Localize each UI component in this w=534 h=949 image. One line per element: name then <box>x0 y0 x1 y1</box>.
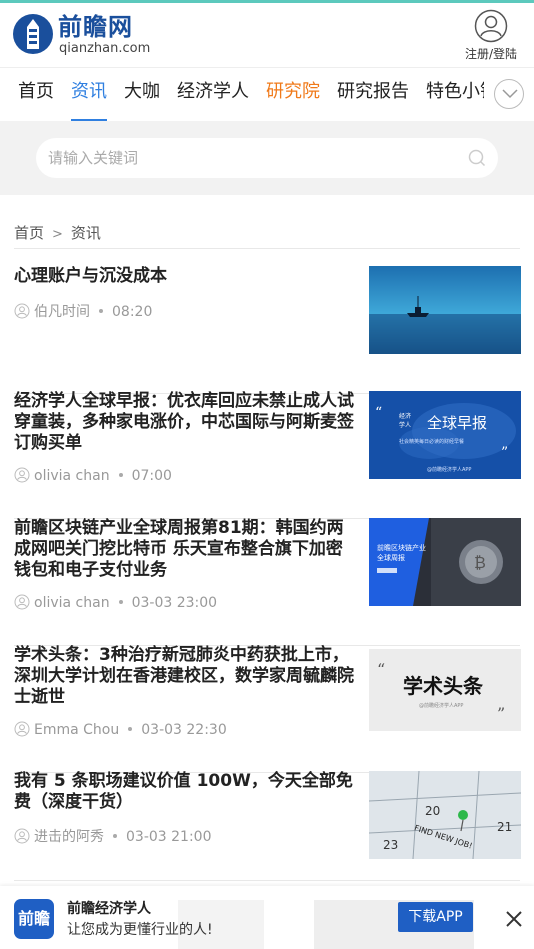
svg-text:“: “ <box>377 660 385 679</box>
site-header: 前瞻网 qianzhan.com 注册/登陆 <box>0 3 534 67</box>
thumb-text-big: 全球早报 <box>427 414 487 432</box>
article-thumbnail[interactable]: 20 21 23 FIND NEW JOB! <box>369 771 521 859</box>
svg-text:“: “ <box>375 405 382 421</box>
svg-text:₿: ₿ <box>474 553 486 572</box>
author-icon <box>14 594 30 610</box>
nav-item-reports[interactable]: 研究报告 <box>337 68 409 121</box>
blockchain-weekly-image: ₿ 前瞻区块链产业 全球周报 <box>369 518 521 606</box>
meta-dot <box>99 309 103 313</box>
meta-dot <box>118 473 123 477</box>
article-item[interactable]: 学术头条：3种治疗新冠肺炎中药获批上市，深圳大学计划在香港建校区，数学家周毓麟院… <box>14 645 521 773</box>
category-nav: 首页 资讯 大咖 经济学人 研究院 研究报告 特色小镇 <box>0 67 534 121</box>
nav-item-economist[interactable]: 经济学人 <box>177 68 249 121</box>
author-icon <box>14 721 30 737</box>
article-time: 07:00 <box>131 468 172 484</box>
login-register-label: 注册/登陆 <box>464 47 518 61</box>
meta-dot <box>128 727 133 731</box>
meta-dot <box>113 834 117 838</box>
nav-item-institute[interactable]: 研究院 <box>266 68 320 121</box>
search-input[interactable] <box>48 138 448 178</box>
author-icon <box>14 303 30 319</box>
logo-text-en: qianzhan.com <box>59 41 151 56</box>
article-item[interactable]: 经济学人全球早报：优衣库回应未禁止成人试穿童装，多种家电涨价，中芯国际与阿斯麦签… <box>14 391 521 519</box>
article-author: 伯凡时间 <box>34 304 90 320</box>
banner-subtitle: 让您成为更懂行业的人! <box>67 922 213 938</box>
nav-item-home[interactable]: 首页 <box>18 68 54 121</box>
article-thumbnail[interactable] <box>369 266 521 354</box>
nav-item-news[interactable]: 资讯 <box>71 68 107 121</box>
download-app-button[interactable]: 下载APP <box>398 902 473 932</box>
login-register-button[interactable]: 注册/登陆 <box>460 9 522 61</box>
article-title[interactable]: 经济学人全球早报：优衣库回应未禁止成人试穿童装，多种家电涨价，中芯国际与阿斯麦签… <box>14 391 358 454</box>
global-morning-report-image: “ 经济 学人 全球早报 社会精英每日必读的财经早餐 ” @前瞻经济学人APP <box>369 391 521 479</box>
article-item[interactable]: 我有 5 条职场建议价值 100W，今天全部免费（深度干货） 进击的阿秀 03-0… <box>14 771 521 881</box>
site-logo[interactable]: 前瞻网 qianzhan.com <box>12 13 152 59</box>
thumb-text-d2: 21 <box>497 820 512 834</box>
article-title[interactable]: 前瞻区块链产业全球周报第81期：韩国约两成网吧关门挖比特币 乐天宣布整合旗下加密… <box>14 518 358 581</box>
user-avatar-icon <box>474 9 508 43</box>
article-time: 08:20 <box>112 304 153 320</box>
thumb-text-sub: 社会精英每日必读的财经早餐 <box>399 438 464 445</box>
article-time: 03-03 21:00 <box>126 829 212 845</box>
search-section <box>0 121 534 195</box>
article-meta: 进击的阿秀 03-03 21:00 <box>14 826 211 846</box>
thumb-text-line2: 全球周报 <box>377 553 405 562</box>
article-item[interactable]: 心理账户与沉没成本 伯凡时间 08:20 <box>14 266 521 394</box>
thumb-text-d3: 23 <box>383 838 398 852</box>
chevron-down-icon <box>502 89 518 99</box>
breadcrumb-current: 资讯 <box>70 224 101 242</box>
article-thumbnail[interactable]: ₿ 前瞻区块链产业 全球周报 <box>369 518 521 606</box>
breadcrumb: 首页 > 资讯 <box>14 222 101 243</box>
logo-mark-icon <box>13 14 53 54</box>
article-time: 03-03 23:00 <box>131 595 218 611</box>
search-box <box>36 138 498 178</box>
article-meta: 伯凡时间 08:20 <box>14 301 152 321</box>
article-item[interactable]: 前瞻区块链产业全球周报第81期：韩国约两成网吧关门挖比特币 乐天宣布整合旗下加密… <box>14 518 521 646</box>
article-author: olivia chan <box>34 468 110 484</box>
article-meta: olivia chan 07:00 <box>14 467 172 484</box>
article-author: olivia chan <box>34 595 110 611</box>
calendar-pin-image: 20 21 23 FIND NEW JOB! <box>369 771 521 859</box>
article-time: 03-03 22:30 <box>141 722 227 738</box>
article-title[interactable]: 我有 5 条职场建议价值 100W，今天全部免费（深度干货） <box>14 771 358 813</box>
article-title[interactable]: 心理账户与沉没成本 <box>14 266 358 287</box>
app-logo-icon: 前瞻 <box>14 899 54 939</box>
nav-expand-button[interactable] <box>494 79 524 109</box>
thumb-text-d1: 20 <box>425 804 440 818</box>
article-author: Emma Chou <box>34 722 120 738</box>
meta-dot <box>118 600 123 604</box>
article-thumbnail[interactable]: “ 学术头条 @前瞻经济学人APP ” <box>369 649 521 731</box>
breadcrumb-home[interactable]: 首页 <box>14 224 44 242</box>
author-icon <box>14 467 30 483</box>
thumb-text-small1: 经济 <box>399 412 411 420</box>
thumb-text-big: 学术头条 <box>403 674 484 698</box>
breadcrumb-separator: > <box>52 227 63 242</box>
article-author: 进击的阿秀 <box>34 829 104 845</box>
article-meta: Emma Chou 03-03 22:30 <box>14 721 227 738</box>
divider <box>14 248 520 249</box>
thumb-text-small2: 学人 <box>399 421 411 429</box>
article-meta: olivia chan 03-03 23:00 <box>14 594 217 611</box>
logo-text-cn: 前瞻网 <box>58 13 133 41</box>
academic-headlines-image: “ 学术头条 @前瞻经济学人APP ” <box>369 649 521 731</box>
app-download-banner: 前瞻 前瞻经济学人 让您成为更懂行业的人! 下载APP <box>0 886 534 949</box>
author-icon <box>14 828 30 844</box>
search-icon[interactable] <box>468 149 486 167</box>
boat-at-sea-image <box>369 266 521 354</box>
article-title[interactable]: 学术头条：3种治疗新冠肺炎中药获批上市，深圳大学计划在香港建校区，数学家周毓麟院… <box>14 645 358 708</box>
nav-item-experts[interactable]: 大咖 <box>124 68 160 121</box>
banner-title: 前瞻经济学人 <box>67 901 151 917</box>
thumb-text-sub: @前瞻经济学人APP <box>419 702 463 709</box>
svg-text:”: ” <box>501 445 508 461</box>
thumb-text-foot: @前瞻经济学人APP <box>427 466 471 473</box>
thumb-text-line1: 前瞻区块链产业 <box>377 543 426 552</box>
close-icon[interactable] <box>505 910 523 928</box>
svg-text:”: ” <box>497 704 505 723</box>
article-thumbnail[interactable]: “ 经济 学人 全球早报 社会精英每日必读的财经早餐 ” @前瞻经济学人APP <box>369 391 521 479</box>
nav-items: 首页 资讯 大咖 经济学人 研究院 研究报告 特色小镇 <box>18 68 515 121</box>
